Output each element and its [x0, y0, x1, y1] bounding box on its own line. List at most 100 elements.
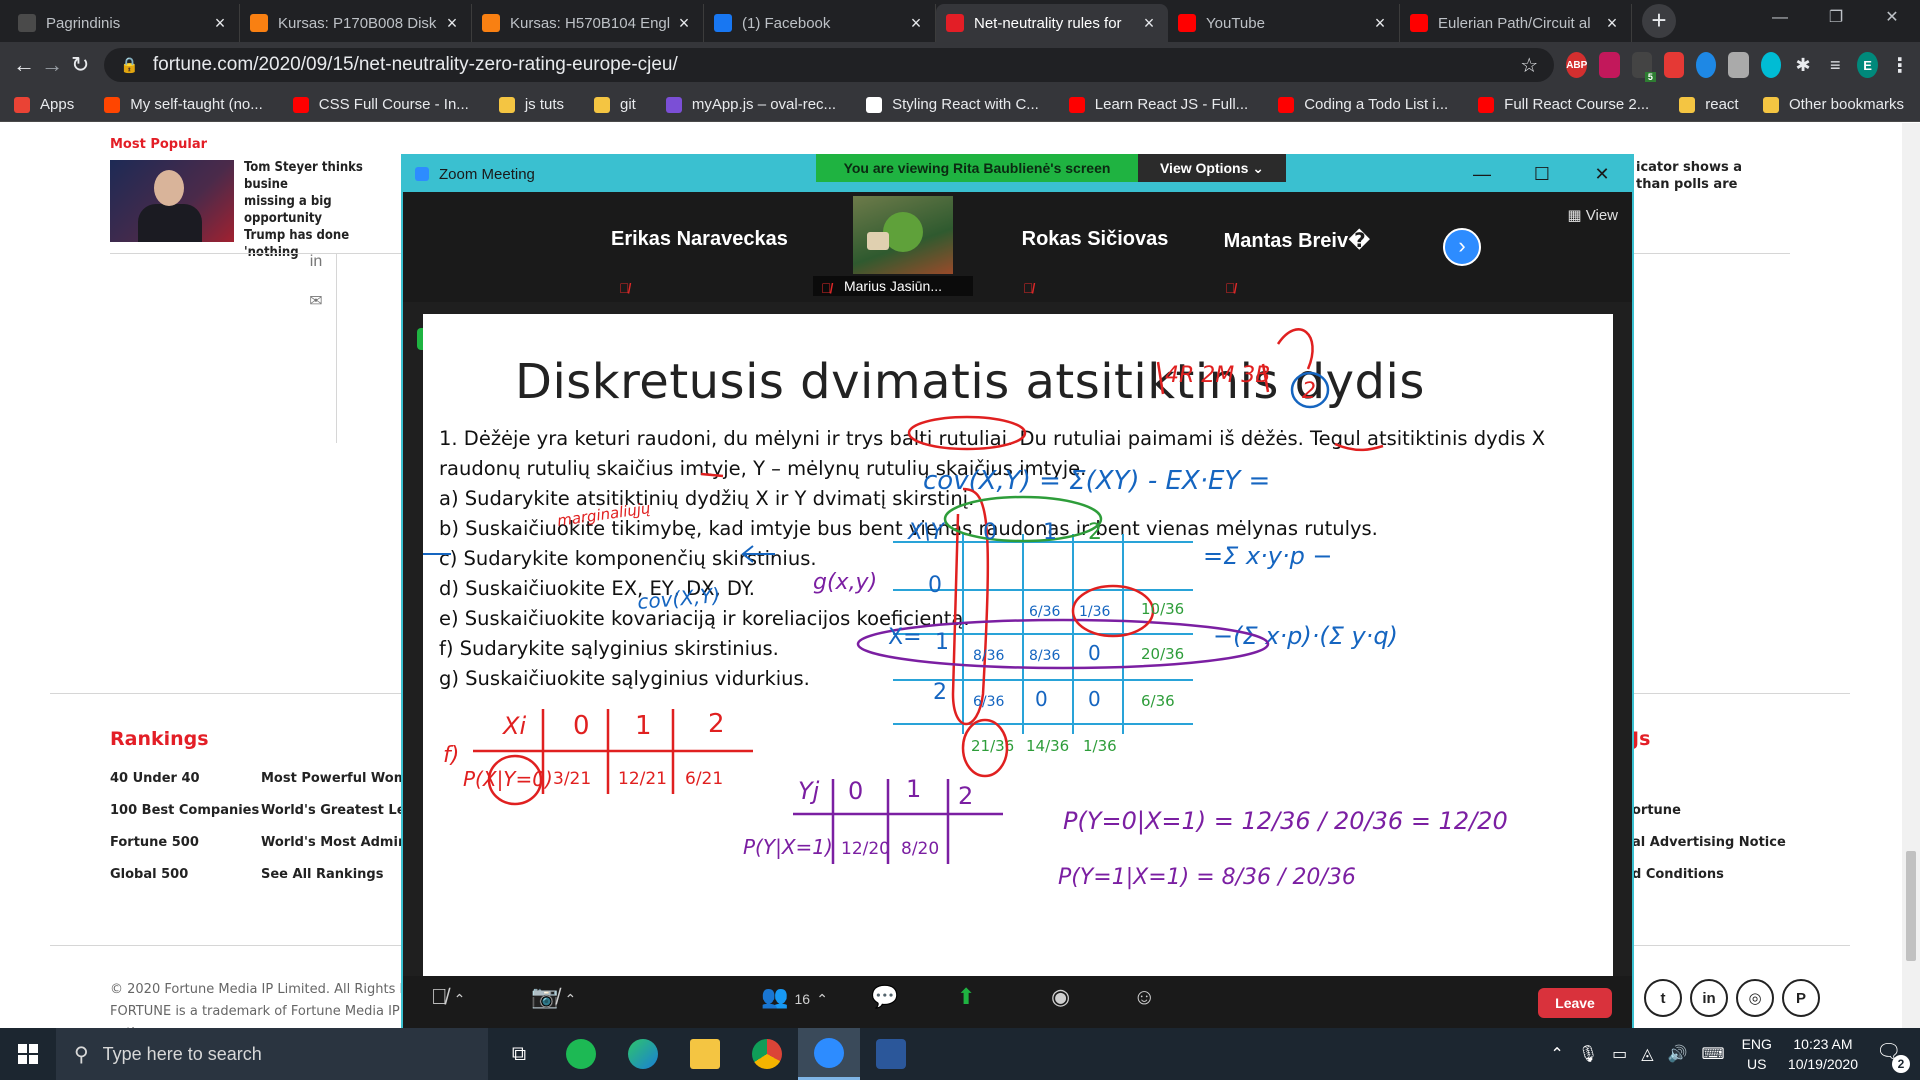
bookmark-item[interactable]: Coding a Todo List i...	[1278, 96, 1448, 113]
instagram-icon[interactable]: ◎	[1736, 979, 1774, 1017]
back-icon[interactable]: ←	[10, 52, 38, 78]
word-icon[interactable]	[860, 1028, 922, 1080]
browser-tab[interactable]: Pagrindinis ×	[8, 4, 240, 42]
new-tab-button[interactable]: +	[1642, 4, 1676, 38]
close-tab-icon[interactable]: ×	[907, 13, 925, 34]
network-icon[interactable]: ◬	[1641, 1044, 1653, 1064]
mail-icon[interactable]: ✉	[306, 291, 326, 311]
footer-link[interactable]: al Advertising Notice	[1632, 827, 1786, 859]
most-popular-heading: Most Popular	[110, 137, 208, 152]
participant-tile[interactable]: Erikas Naraveckas 🎙̸	[611, 194, 788, 298]
browser-tab[interactable]: Net-neutrality rules for ×	[936, 4, 1168, 42]
view-button[interactable]: ▦ View	[1567, 206, 1618, 224]
share-screen-icon[interactable]: ⬆	[957, 984, 975, 1010]
react-devtools-icon[interactable]	[1760, 52, 1781, 78]
bookmark-star-icon[interactable]: ☆	[1520, 53, 1538, 78]
spotify-icon[interactable]	[550, 1028, 612, 1080]
extension-icon[interactable]	[1728, 52, 1749, 78]
close-tab-icon[interactable]: ×	[675, 13, 693, 34]
file-explorer-icon[interactable]	[674, 1028, 736, 1080]
bookmark-item[interactable]: CSS Full Course - In...	[292, 96, 469, 113]
footer-link[interactable]: ortune	[1632, 795, 1786, 827]
edge-icon[interactable]	[612, 1028, 674, 1080]
other-bookmarks[interactable]: Other bookmarks	[1762, 96, 1904, 113]
next-page-button[interactable]: ›	[1443, 228, 1481, 266]
pinterest-icon[interactable]: P	[1782, 979, 1820, 1017]
linkedin-icon[interactable]: in	[1690, 979, 1728, 1017]
browser-tab[interactable]: Kursas: H570B104 Engl ×	[472, 4, 704, 42]
maximize-icon[interactable]: ☐	[1512, 156, 1572, 192]
chat-icon[interactable]: 💬	[871, 984, 898, 1010]
bookmark-item[interactable]: myApp.js – oval-rec...	[665, 96, 836, 113]
bookmark-item[interactable]: Apps	[14, 96, 74, 113]
record-icon[interactable]: ◉	[1051, 984, 1070, 1010]
bookmark-item[interactable]: Styling React with C...	[866, 96, 1039, 113]
browser-tab[interactable]: YouTube ×	[1168, 4, 1400, 42]
extension-icon[interactable]	[1696, 52, 1717, 78]
reload-icon[interactable]: ↻	[66, 52, 94, 78]
participant-tile[interactable]: Rokas Sičiovas 🎙̸	[1015, 194, 1175, 298]
browser-tab[interactable]: Eulerian Path/Circuit al ×	[1400, 4, 1632, 42]
taskbar-search[interactable]: ⚲ Type here to search	[56, 1028, 488, 1080]
battery-icon[interactable]: ▭	[1612, 1044, 1627, 1064]
extension-icon[interactable]: 5	[1631, 52, 1656, 82]
reactions-icon[interactable]: ☺	[1133, 984, 1155, 1010]
minimize-icon[interactable]: —	[1752, 0, 1808, 36]
start-button[interactable]	[0, 1028, 56, 1080]
media-icon[interactable]: ≡	[1825, 52, 1845, 78]
participant-tile[interactable]: Marius Jasiūn... 🎙̸	[813, 194, 973, 298]
avatar[interactable]: E	[1857, 52, 1878, 78]
video-off-icon[interactable]: 📷̸ ⌃	[531, 984, 576, 1010]
ranking-link[interactable]: Global 500	[110, 859, 259, 891]
ranking-link[interactable]: Fortune 500	[110, 827, 259, 859]
close-window-icon[interactable]: ✕	[1864, 0, 1920, 36]
close-tab-icon[interactable]: ×	[211, 13, 229, 34]
view-options-button[interactable]: View Options ⌄	[1138, 154, 1286, 182]
address-bar[interactable]: 🔒 fortune.com/2020/09/15/net-neutrality-…	[104, 48, 1555, 82]
bookmark-item[interactable]: Learn React JS - Full...	[1068, 96, 1248, 113]
article-snippet[interactable]: icator shows a than polls are	[1636, 159, 1836, 193]
browser-tab[interactable]: (1) Facebook ×	[704, 4, 936, 42]
linkedin-icon[interactable]: in	[306, 253, 326, 273]
extension-icon[interactable]	[1663, 52, 1685, 78]
close-tab-icon[interactable]: ×	[1371, 13, 1389, 34]
bookmark-item[interactable]: js tuts	[498, 96, 564, 113]
clock[interactable]: 10:23 AM 10/19/2020	[1788, 1034, 1858, 1074]
close-tab-icon[interactable]: ×	[1603, 13, 1621, 34]
volume-icon[interactable]: 🔊	[1668, 1044, 1688, 1064]
ranking-link[interactable]: 40 Under 40	[110, 763, 259, 795]
menu-icon[interactable]: ⋮	[1890, 52, 1910, 78]
task-view-icon[interactable]: ⧉	[488, 1028, 550, 1080]
page-scrollbar[interactable]	[1902, 123, 1920, 1028]
bookmark-item[interactable]: git	[594, 96, 636, 113]
browser-tab[interactable]: Kursas: P170B008 Disk ×	[240, 4, 472, 42]
twitter-icon[interactable]: t	[1644, 979, 1682, 1017]
chrome-icon[interactable]	[736, 1028, 798, 1080]
participant-tile[interactable]: Mantas Breiv� 🎙̸	[1217, 194, 1377, 298]
participants-icon[interactable]: 👥 16 ⌃	[761, 984, 828, 1010]
keyboard-icon[interactable]: ⌨	[1701, 1044, 1724, 1064]
chevron-up-icon[interactable]: ⌃	[1550, 1044, 1563, 1064]
puzzle-icon[interactable]: ✱	[1793, 52, 1813, 78]
extension-icon[interactable]	[1599, 52, 1620, 78]
article-thumbnail[interactable]	[110, 160, 234, 242]
minimize-icon[interactable]: —	[1452, 156, 1512, 192]
bookmark-item[interactable]: react	[1679, 96, 1739, 113]
microphone-icon[interactable]: 🎙	[1578, 1044, 1598, 1064]
restore-icon[interactable]: ❐	[1808, 0, 1864, 36]
notification-icon[interactable]: 🗨 2	[1876, 1039, 1910, 1073]
article-snippet[interactable]: Tom Steyer thinks busine missing a big o…	[244, 159, 404, 261]
footer-link[interactable]: d Conditions	[1632, 859, 1786, 891]
close-icon[interactable]: ✕	[1572, 156, 1632, 192]
mute-icon[interactable]: 🎙̸ ⌃	[431, 984, 465, 1010]
close-tab-icon[interactable]: ×	[443, 13, 461, 34]
language-indicator[interactable]: ENG US	[1742, 1034, 1772, 1074]
bookmark-item[interactable]: My self-taught (no...	[104, 96, 263, 113]
zoom-taskbar-icon[interactable]	[798, 1028, 860, 1080]
bookmark-item[interactable]: Full React Course 2...	[1478, 96, 1649, 113]
close-tab-icon[interactable]: ×	[1140, 13, 1158, 34]
forward-icon[interactable]: →	[38, 52, 66, 78]
adblock-icon[interactable]: ABP	[1566, 52, 1588, 78]
ranking-link[interactable]: 100 Best Companies	[110, 795, 259, 827]
leave-button[interactable]: Leave	[1538, 988, 1612, 1018]
